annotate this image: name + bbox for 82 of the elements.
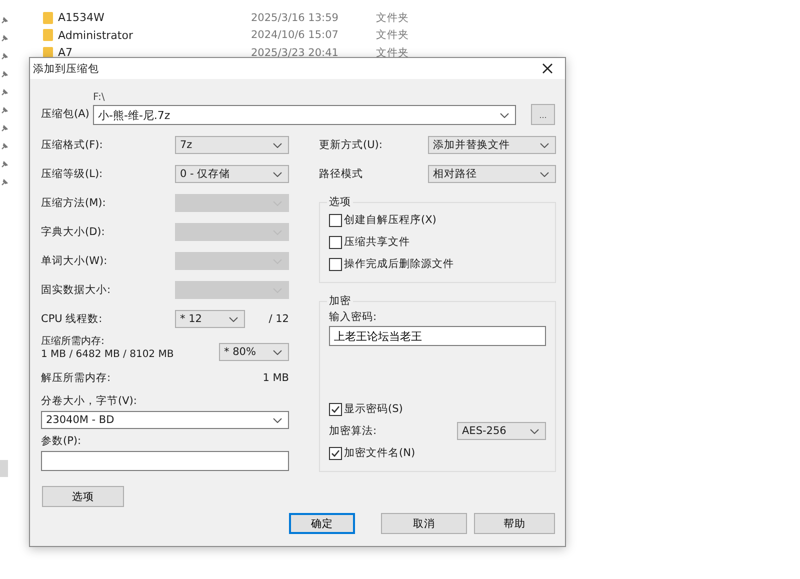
field-label: 单词大小(W): [41, 254, 108, 268]
chevron-icon [540, 172, 549, 176]
folder-icon [43, 12, 53, 24]
chevron-icon [530, 428, 539, 434]
field-label: 更新方式(U): [319, 138, 384, 152]
field-label: 分卷大小，字节(V): [41, 394, 138, 408]
dropdown[interactable]: 添加并替换文件 [428, 136, 556, 154]
chevron-icon [273, 418, 282, 422]
pin-icon [1, 17, 8, 24]
browse-button[interactable]: ... [531, 104, 555, 125]
dialog-button[interactable]: 取消 [381, 513, 467, 534]
folder-icon [43, 29, 53, 42]
close-icon[interactable] [542, 63, 553, 74]
field-label: 输入密码: [329, 310, 378, 324]
pin-icon [1, 125, 8, 132]
input-field[interactable] [41, 451, 289, 471]
checkbox-label: 显示密码(S) [344, 402, 403, 416]
dialog-button[interactable]: 确定 [289, 513, 355, 534]
chevron-icon [229, 316, 238, 322]
group-title: 加密 [328, 294, 352, 308]
field-label: 加密算法: [329, 424, 377, 438]
pin-icon [1, 161, 8, 168]
pin-icon [1, 143, 8, 150]
file-type: 文件夹 [376, 10, 409, 25]
checkbox[interactable] [329, 258, 342, 270]
file-date: 2025/3/16 13:59 [251, 12, 340, 24]
password-field[interactable]: 上老王论坛当老王 [329, 326, 546, 346]
dropdown[interactable]: 相对路径 [428, 165, 556, 183]
checkbox[interactable] [329, 402, 342, 416]
dropdown[interactable]: 23040M - BD [41, 411, 289, 429]
field-label: 压缩等级(L): [41, 167, 104, 181]
chevron-icon [540, 142, 549, 148]
field-label: 字典大小(D): [41, 225, 106, 239]
field-label: 压缩所需内存: [41, 335, 106, 348]
field-label: 压缩格式(F): [41, 138, 104, 152]
dropdown[interactable]: * 12 [175, 310, 245, 328]
dropdown[interactable]: AES-256 [457, 422, 546, 440]
pin-icon [1, 179, 8, 186]
dropdown[interactable]: 0 - 仅存储 [175, 165, 289, 183]
chevron-icon [273, 172, 282, 176]
field-label: 压缩方法(M): [41, 196, 107, 210]
field-label: CPU 线程数: [41, 312, 104, 326]
pin-icon [1, 35, 8, 42]
archive-combo[interactable]: 小-熊-维-尼.7z [93, 105, 516, 125]
file-name[interactable]: Administrator [58, 28, 251, 42]
dropdown[interactable]: * 80% [219, 343, 289, 361]
checkbox-label: 创建自解压程序(X) [344, 213, 436, 227]
dropdown[interactable]: 7z [175, 136, 289, 154]
memory-value: 1 MB [262, 372, 289, 384]
pin-icon [1, 89, 8, 96]
thread-total: / 12 [268, 313, 289, 325]
file-name[interactable]: A7 [58, 46, 251, 60]
checkbox-label: 操作完成后删除源文件 [344, 257, 454, 271]
file-date: 2025/3/23 20:41 [251, 46, 340, 59]
checkbox-label: 加密文件名(N) [344, 446, 416, 460]
field-label: 固实数据大小: [41, 283, 112, 297]
checkbox[interactable] [329, 236, 342, 248]
checkbox-label: 压缩共享文件 [344, 235, 410, 249]
field-label: 参数(P): [41, 434, 82, 448]
chevron-icon [273, 142, 282, 148]
options-button[interactable]: 选项 [42, 486, 124, 507]
memory-values: 1 MB / 6482 MB / 8102 MB [41, 348, 174, 361]
checkbox[interactable] [329, 446, 342, 460]
group-title: 选项 [328, 195, 352, 209]
pin-icon [1, 107, 8, 114]
window-title: 添加到压缩包 [33, 62, 99, 76]
scrollbar-thumb[interactable] [0, 460, 8, 477]
pin-icon [1, 53, 8, 60]
dialog-button[interactable]: 帮助 [474, 513, 555, 534]
field-label: 路径模式 [319, 167, 364, 181]
file-date: 2024/10/6 15:07 [251, 29, 340, 42]
folder-path: F:\ [93, 92, 106, 103]
file-type: 文件夹 [376, 28, 409, 42]
archive-label: 压缩包(A) [41, 107, 90, 122]
chevron-icon [273, 350, 282, 354]
folder-icon [43, 46, 53, 59]
file-type: 文件夹 [376, 46, 409, 60]
field-label: 解压所需内存: [41, 371, 111, 385]
checkbox[interactable] [329, 214, 342, 226]
file-name[interactable]: A1534W [58, 11, 251, 24]
chevron-icon [500, 112, 509, 118]
pin-icon [1, 71, 8, 78]
